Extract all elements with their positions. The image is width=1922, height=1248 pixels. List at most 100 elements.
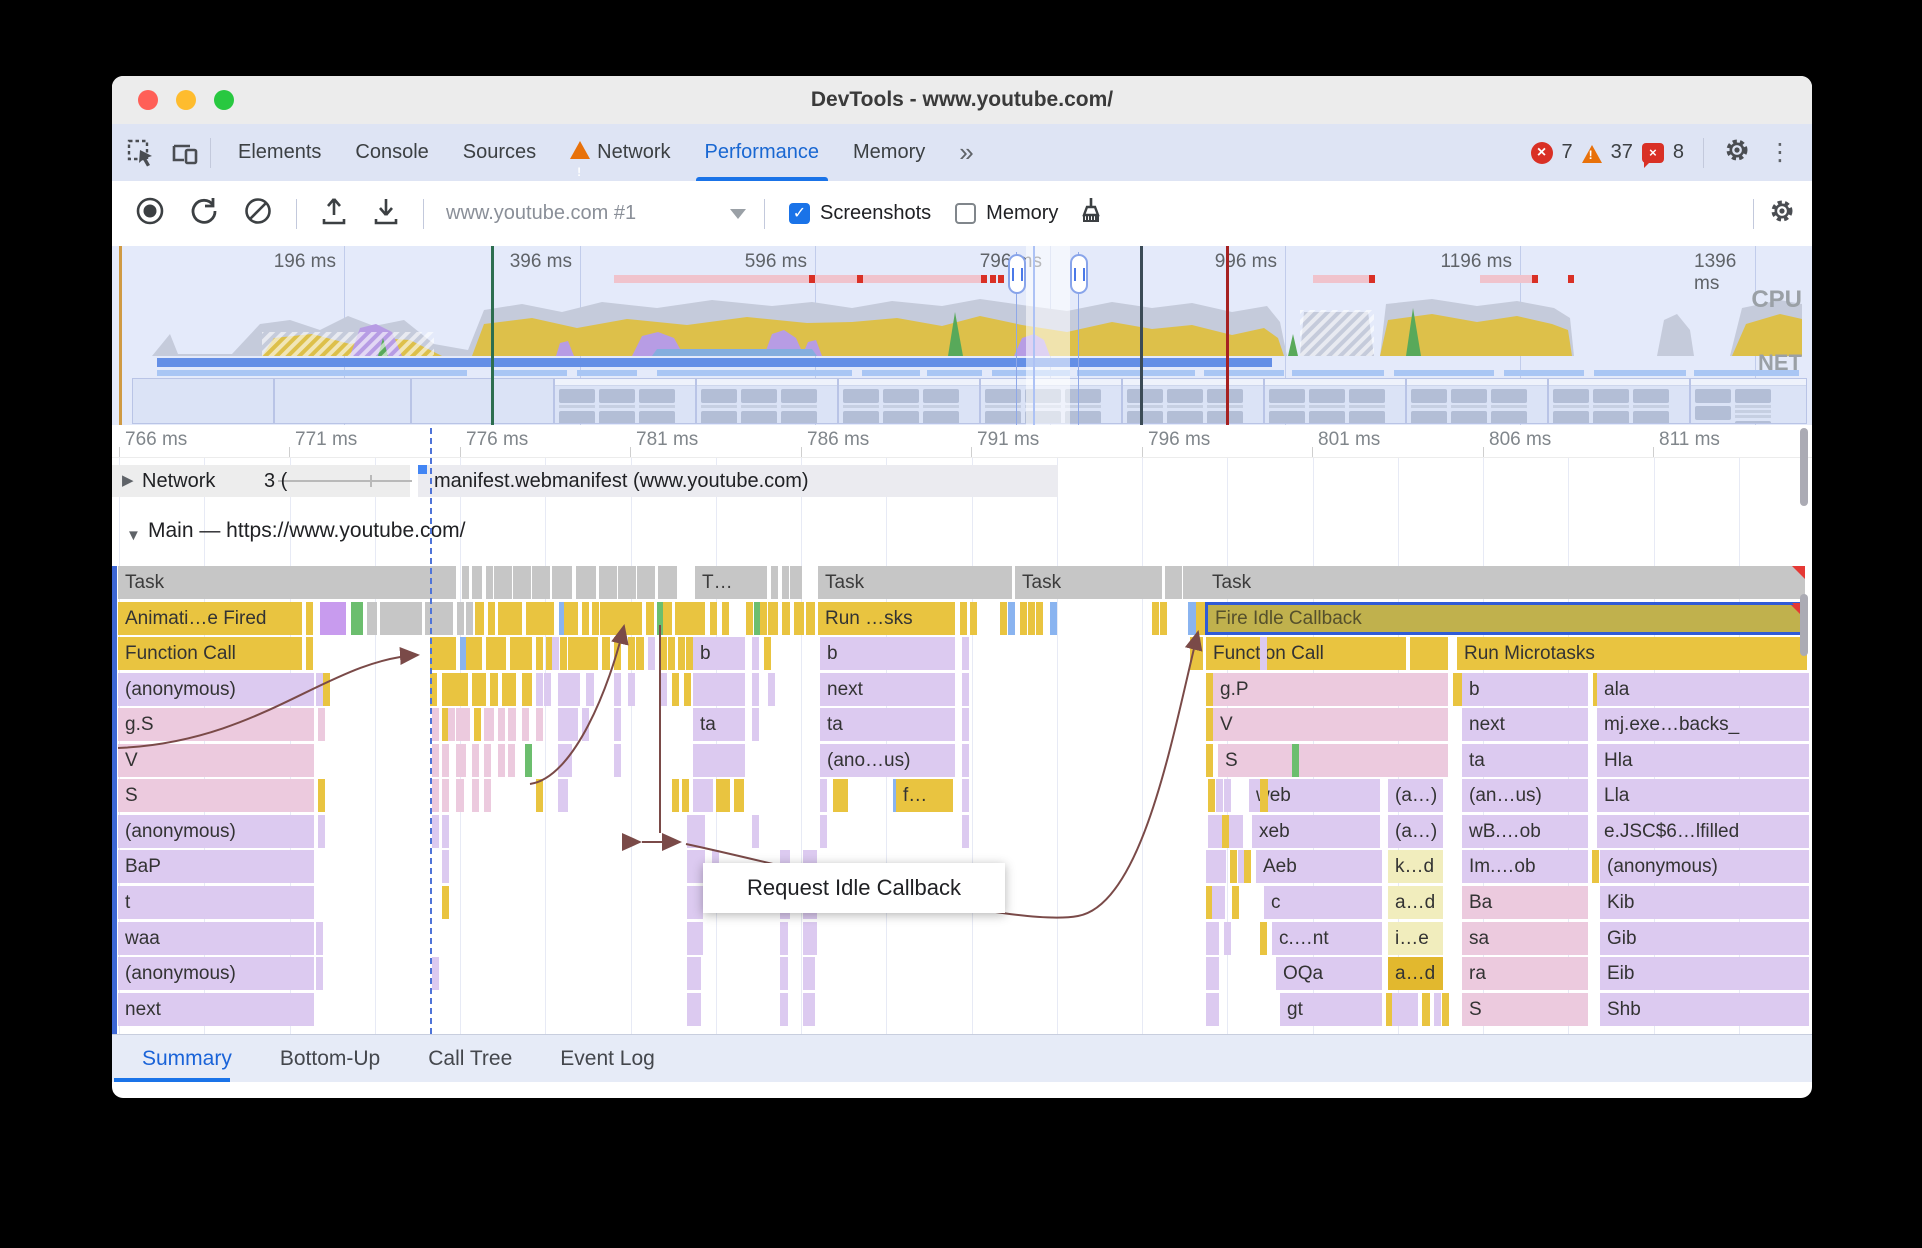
flame-event-sliver[interactable] [782, 601, 790, 635]
flame-chart[interactable]: Task T… Task Task Task Animati…e Fired Run …sk… [112, 566, 1812, 1034]
flame-event-sliver[interactable] [592, 601, 599, 635]
flame-event-sliver[interactable] [1292, 743, 1299, 777]
flame-event-sliver[interactable] [1260, 921, 1267, 955]
flame-event[interactable]: gt [1280, 992, 1382, 1026]
flame-event-sliver[interactable] [687, 992, 701, 1026]
flame-event-sliver[interactable] [316, 921, 323, 955]
flame-event-sliver[interactable] [484, 708, 494, 742]
flame-event-sliver[interactable] [432, 957, 439, 991]
flame-event-sliver[interactable] [962, 637, 969, 671]
flame-event-sliver[interactable] [820, 814, 827, 848]
flame-event-sliver[interactable] [722, 601, 729, 635]
flame-event-sliver[interactable] [1206, 708, 1213, 742]
flame-event-sliver[interactable] [1008, 601, 1015, 635]
flame-event[interactable]: Function Call [118, 637, 302, 671]
flame-event-sliver[interactable] [752, 637, 759, 671]
flame-event[interactable]: ra [1462, 957, 1588, 991]
flame-event-sliver[interactable] [1218, 885, 1225, 919]
flame-event-sliver[interactable] [522, 672, 532, 706]
flame-event[interactable]: g.P [1213, 672, 1448, 706]
flame-event-sliver[interactable] [629, 566, 636, 599]
flame-event[interactable]: a…d [1388, 885, 1443, 919]
collect-garbage-icon[interactable] [1076, 195, 1106, 232]
flame-event-sliver[interactable] [1036, 601, 1043, 635]
flame-event-sliver[interactable] [466, 637, 482, 671]
flame-event-sliver[interactable] [646, 601, 654, 635]
flame-event-sliver[interactable] [764, 637, 771, 671]
flame-event-sliver[interactable] [432, 708, 439, 742]
flame-event-sliver[interactable] [1260, 637, 1267, 671]
flame-event-sliver[interactable] [472, 779, 479, 813]
flame-event[interactable]: Kib [1600, 885, 1809, 919]
main-track-title[interactable]: Main — https://www.youtube.com/ [148, 519, 465, 543]
flame-event-sliver[interactable] [1434, 992, 1441, 1026]
flame-event[interactable]: wB.…ob [1462, 814, 1588, 848]
flame-event-sliver[interactable] [568, 637, 598, 671]
tab-summary[interactable]: Summary [112, 1047, 256, 1071]
flame-event-sliver[interactable] [614, 637, 621, 671]
reload-and-record-button[interactable] [188, 195, 220, 232]
flame-event-sliver[interactable] [498, 708, 505, 742]
flame-event[interactable]: Aeb [1256, 850, 1382, 884]
flame-event-sliver[interactable] [1410, 637, 1448, 671]
flame-event-sliver[interactable] [472, 672, 486, 706]
flame-event-sliver[interactable] [648, 566, 655, 599]
flame-event[interactable]: k…d [1388, 850, 1443, 884]
flame-event-sliver[interactable] [510, 637, 532, 671]
flame-event-sliver[interactable] [1208, 814, 1215, 848]
flame-event-sliver[interactable] [543, 566, 550, 599]
flame-event-sliver[interactable] [648, 637, 655, 671]
flame-event[interactable]: V [1213, 708, 1448, 742]
flame-event[interactable]: a…d [1388, 957, 1443, 991]
device-toolbar-icon[interactable] [170, 138, 200, 168]
flame-event-sliver[interactable] [1050, 601, 1057, 635]
flame-event-sliver[interactable] [1212, 921, 1219, 955]
tab-bottom-up[interactable]: Bottom-Up [256, 1047, 404, 1071]
flame-event-sliver[interactable] [962, 672, 969, 706]
flame-event-sliver[interactable] [1216, 779, 1223, 813]
flame-event-sliver[interactable] [544, 672, 551, 706]
vertical-scrollbar-thumb[interactable] [1800, 594, 1808, 656]
memory-checkbox[interactable]: Memory [955, 202, 1058, 225]
flame-event[interactable]: t [118, 885, 314, 919]
flame-event-sliver[interactable] [668, 637, 675, 671]
flame-event-sliver[interactable] [768, 672, 775, 706]
flame-event-sliver[interactable] [318, 708, 325, 742]
flame-event[interactable]: (anonymous) [118, 957, 314, 991]
flame-event-sliver[interactable] [582, 708, 589, 742]
flame-event-sliver[interactable] [752, 672, 759, 706]
flame-event-sliver[interactable] [564, 601, 578, 635]
tab-sources[interactable]: Sources [446, 124, 553, 181]
more-options-kebab-icon[interactable]: ⋮ [1760, 138, 1800, 167]
collapse-triangle-icon[interactable]: ▼ [126, 527, 141, 544]
flame-event-sliver[interactable] [502, 672, 516, 706]
flame-event[interactable]: Gib [1600, 921, 1809, 955]
flame-event[interactable]: (a…) [1388, 814, 1443, 848]
flame-event-sliver[interactable] [442, 885, 449, 919]
flame-event-sliver[interactable] [1260, 779, 1268, 813]
flame-event[interactable]: Lla [1597, 779, 1809, 813]
flame-event-sliver[interactable] [962, 708, 969, 742]
flame-event-sliver[interactable] [660, 637, 667, 671]
tab-console[interactable]: Console [338, 124, 445, 181]
flame-event-sliver[interactable] [558, 743, 572, 777]
flame-event-sliver[interactable] [442, 779, 449, 813]
flame-event-sliver[interactable] [1219, 850, 1226, 884]
flame-event-sliver[interactable] [1229, 814, 1236, 848]
flame-event-sliver[interactable] [1215, 814, 1222, 848]
flame-event-sliver[interactable] [746, 601, 753, 635]
flame-event-sliver[interactable] [536, 708, 543, 742]
flame-event-sliver[interactable] [466, 601, 473, 635]
flame-event[interactable]: i…e [1388, 921, 1443, 955]
warning-badge-icon[interactable] [1581, 144, 1602, 163]
flame-event[interactable]: xeb [1252, 814, 1380, 848]
flame-event[interactable]: g.S [118, 708, 314, 742]
flame-event[interactable]: ta [693, 708, 745, 742]
flame-event[interactable]: Eib [1600, 957, 1809, 991]
flame-event-sliver[interactable] [1592, 850, 1599, 884]
flame-event[interactable]: BaP [118, 850, 314, 884]
vertical-scrollbar-thumb[interactable] [1800, 428, 1808, 506]
flame-event-sliver[interactable] [576, 566, 583, 599]
flame-event[interactable]: next [1462, 708, 1588, 742]
flame-event-sliver[interactable] [782, 566, 789, 599]
